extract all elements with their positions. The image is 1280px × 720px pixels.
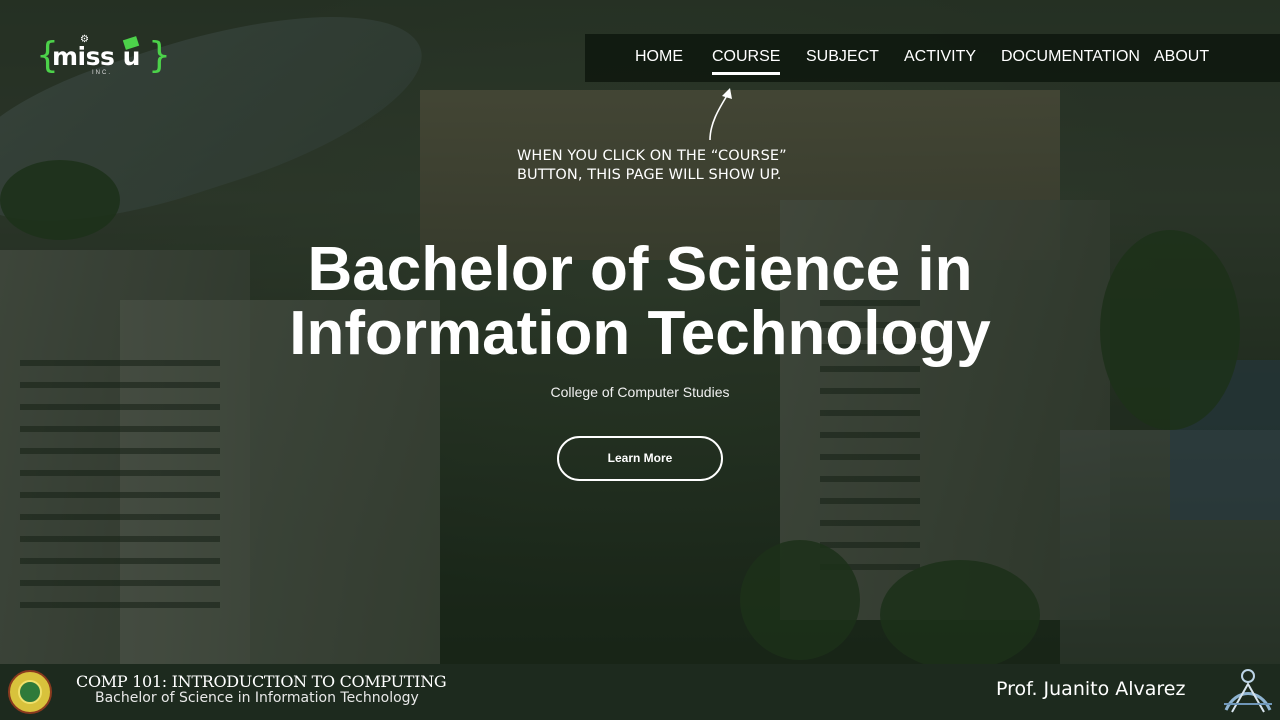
annotation-note: WHEN YOU CLICK ON THE “COURSE” BUTTON, T… [517,147,787,185]
university-seal-icon [8,670,52,714]
course-code: COMP 101: INTRODUCTION TO COMPUTING [76,672,447,691]
main-navigation: HOME COURSE SUBJECT ACTIVITY DOCUMENTATI… [585,34,1280,82]
nav-activity[interactable]: ACTIVITY [904,48,976,66]
hero-title: Bachelor of Science in Information Techn… [240,238,1040,366]
annotation-line-2: BUTTON, THIS PAGE WILL SHOW UP. [517,167,782,183]
hero-subtitle: College of Computer Studies [550,384,730,400]
nav-home[interactable]: HOME [635,48,683,66]
logo-suffix: INC. [92,70,112,76]
nav-about[interactable]: ABOUT [1154,48,1209,66]
hero-title-line-2: Information Technology [289,299,991,368]
logo-brace-right: } [148,35,171,76]
learn-more-button[interactable]: Learn More [557,436,723,481]
nav-course[interactable]: COURSE [712,48,781,75]
nav-subject[interactable]: SUBJECT [806,48,879,66]
nav-documentation[interactable]: DOCUMENTATION [1001,48,1140,66]
cs-department-logo-icon [1224,669,1272,713]
hero-title-line-1: Bachelor of Science in [307,235,973,304]
annotation-arrow-icon [709,88,732,141]
brand-logo[interactable]: { ⚙ miss u } INC. [36,34,171,80]
slide-footer: COMP 101: INTRODUCTION TO COMPUTING Bach… [0,664,1280,720]
professor-name: Prof. Juanito Alvarez [996,678,1186,700]
annotation-line-1: WHEN YOU CLICK ON THE “COURSE” [517,148,787,164]
program-name: Bachelor of Science in Information Techn… [95,690,419,706]
